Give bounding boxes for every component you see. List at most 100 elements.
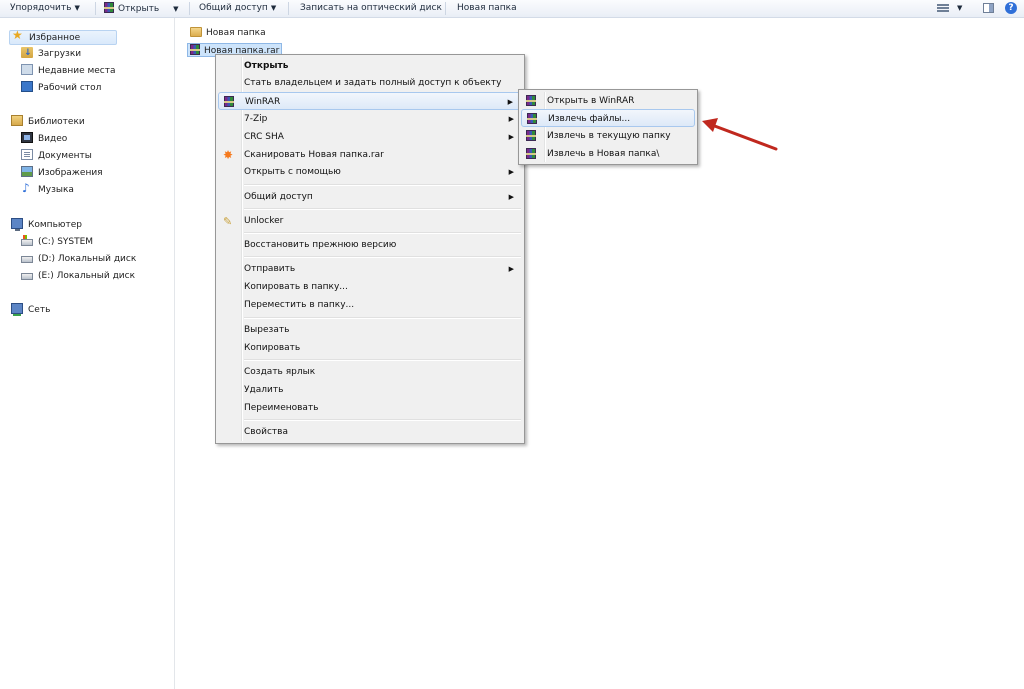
nav-favorites[interactable]: Избранное [9,30,117,45]
menu-separator [244,419,521,421]
chevron-down-icon: ▼ [173,5,179,13]
menu-item-restore[interactable]: Восстановить прежнюю версию [218,236,522,254]
menu-item-take-ownership[interactable]: Стать владельцем и задать полный доступ … [218,74,522,92]
nav-drive-d[interactable]: (D:) Локальный диск [21,252,136,267]
nav-documents-label: Документы [38,151,92,161]
menu-item-rename[interactable]: Переименовать [218,399,522,417]
toolbar-divider [288,2,289,15]
nav-favorites-label: Избранное [29,33,81,43]
nav-network[interactable]: Сеть [11,303,50,318]
toolbar-divider [189,2,190,15]
preview-pane-icon[interactable] [983,3,994,13]
menu-copy-label: Копировать [244,343,301,353]
nav-downloads[interactable]: Загрузки [21,46,81,62]
nav-computer[interactable]: Компьютер [11,218,82,233]
submenu-item-extract-to-folder[interactable]: Извлечь в Новая папка\ [521,145,695,163]
nav-drive-c[interactable]: (C:) SYSTEM [21,235,93,250]
menu-separator [244,184,521,186]
share-button[interactable]: Общий доступ ▼ [199,2,276,15]
nav-drive-e[interactable]: (E:) Локальный диск [21,269,135,284]
nav-music[interactable]: Музыка [21,181,74,198]
menu-rename-label: Переименовать [244,403,319,413]
open-button[interactable]: Открыть ▼ [104,2,179,15]
submenu-extract-to-folder-label: Извлечь в Новая папка\ [547,149,660,159]
annotation-arrow-icon [702,118,778,151]
submenu-arrow-icon: ▶ [508,168,514,176]
nav-desktop[interactable]: Рабочий стол [21,81,101,96]
submenu-item-extract-files[interactable]: Извлечь файлы... [521,109,695,127]
submenu-item-open-in-winrar[interactable]: Открыть в WinRAR [521,92,695,110]
unlocker-wand-icon [223,214,232,232]
pictures-library-icon [21,166,33,177]
nav-network-label: Сеть [28,305,51,315]
submenu-extract-here-label: Извлечь в текущую папку [547,131,671,141]
menu-item-unlocker[interactable]: Unlocker [218,212,522,230]
desktop-icon [21,81,33,92]
nav-drive-e-label: (E:) Локальный диск [38,271,136,281]
view-options-icon[interactable] [937,3,949,14]
winrar-extract-icon [526,130,536,141]
menu-item-scan[interactable]: Сканировать Новая папка.rar [218,146,522,164]
menu-take-ownership-label: Стать владельцем и задать полный доступ … [244,78,502,88]
nav-pictures[interactable]: Изображения [21,166,103,181]
menu-item-open-with[interactable]: Открыть с помощью ▶ [218,163,522,181]
file-item-folder[interactable]: Новая папка [188,26,268,40]
submenu-arrow-icon: ▶ [508,133,514,141]
local-drive-icon [21,273,33,280]
menu-item-delete[interactable]: Удалить [218,381,522,399]
menu-item-copy-to[interactable]: Копировать в папку... [218,278,522,296]
nav-video[interactable]: Видео [21,132,67,147]
winrar-icon [104,2,114,13]
menu-restore-label: Восстановить прежнюю версию [244,240,397,250]
share-label: Общий доступ [199,3,268,13]
menu-open-label: Открыть [244,61,289,71]
documents-library-icon [21,149,33,160]
menu-item-winrar[interactable]: WinRAR ▶ [218,92,522,110]
star-icon [12,30,24,42]
nav-libraries-label: Библиотеки [28,117,85,127]
menu-item-copy[interactable]: Копировать [218,339,522,357]
downloads-folder-icon [21,46,33,61]
video-library-icon [21,132,33,143]
burn-button[interactable]: Записать на оптический диск [300,2,442,15]
nav-recent-places[interactable]: Недавние места [21,64,116,79]
view-chevron-down-icon[interactable]: ▼ [957,2,962,15]
new-folder-button[interactable]: Новая папка [457,2,517,15]
network-icon [11,303,23,316]
submenu-arrow-icon: ▶ [508,265,514,273]
organize-button[interactable]: Упорядочить ▼ [10,2,80,15]
menu-item-send-to[interactable]: Отправить ▶ [218,260,522,278]
chevron-down-icon: ▼ [74,4,80,12]
music-note-icon [21,181,33,196]
nav-documents[interactable]: Документы [21,149,92,164]
menu-open-with-label: Открыть с помощью [244,167,341,177]
nav-libraries[interactable]: Библиотеки [11,115,85,130]
menu-item-share[interactable]: Общий доступ ▶ [218,188,522,206]
menu-item-cut[interactable]: Вырезать [218,321,522,339]
nav-computer-label: Компьютер [28,220,82,230]
organize-label: Упорядочить [10,3,72,13]
submenu-arrow-icon: ▶ [508,115,514,123]
navigation-pane: Избранное Загрузки Недавние места Рабочи… [0,18,175,689]
menu-item-create-shortcut[interactable]: Создать ярлык [218,363,522,381]
menu-move-to-label: Переместить в папку... [244,300,355,310]
open-label: Открыть [118,4,160,14]
submenu-arrow-icon: ▶ [507,98,513,106]
menu-separator [244,232,521,234]
menu-item-crc-sha[interactable]: CRC SHA ▶ [218,128,522,146]
recent-places-icon [21,64,33,75]
nav-music-label: Музыка [38,185,74,195]
menu-item-properties[interactable]: Свойства [218,423,522,441]
context-menu: Открыть Стать владельцем и задать полный… [215,54,525,444]
command-bar: Упорядочить ▼ Открыть ▼ Общий доступ ▼ Запи… [0,0,1024,18]
menu-delete-label: Удалить [244,385,284,395]
nav-pictures-label: Изображения [38,168,103,178]
help-icon[interactable]: ? [1005,2,1017,14]
menu-item-7zip[interactable]: 7-Zip ▶ [218,110,522,128]
menu-properties-label: Свойства [244,427,288,437]
submenu-item-extract-here[interactable]: Извлечь в текущую папку [521,127,695,145]
menu-item-move-to[interactable]: Переместить в папку... [218,296,522,314]
folder-icon [190,27,202,37]
nav-recent-label: Недавние места [38,66,116,76]
menu-item-open[interactable]: Открыть [218,57,522,75]
